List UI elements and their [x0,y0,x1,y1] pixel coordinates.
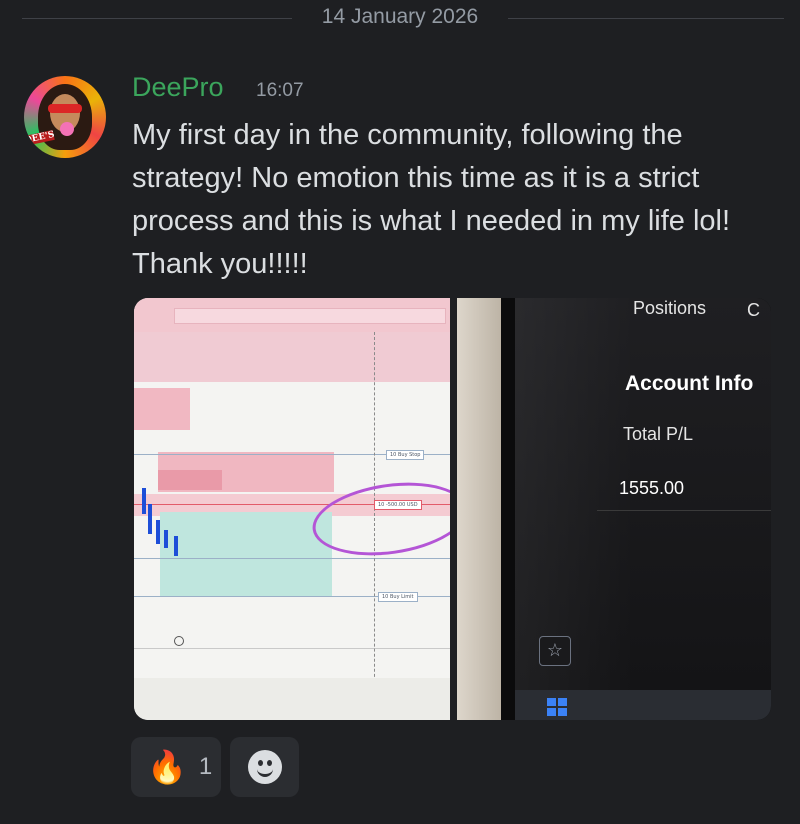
order-label-buy-stop: 10 Buy Stop [386,450,425,460]
windows-icon [547,698,567,716]
next-tab-edge: C [747,300,760,320]
date-divider: 14 January 2026 [0,0,800,36]
attachment-chart-image[interactable]: 10 Buy Stop 10 -500.00 USD 10 Buy Limit [134,298,450,720]
message-author[interactable]: DeePro [132,72,224,103]
avatar[interactable]: DEE'S [24,76,106,158]
date-label: 14 January 2026 [321,5,479,28]
fire-icon: 🔥 [147,748,187,786]
attachment-monitor-image[interactable]: Positions C Account Info Total P/L 1555.… [457,298,771,720]
star-icon: ☆ [539,636,571,666]
reaction-fire[interactable]: 🔥 1 [131,737,221,797]
divider-line-left [22,18,292,19]
smiley-icon [247,750,282,784]
reaction-count: 1 [198,753,213,780]
account-info-heading: Account Info [625,372,754,395]
total-pl-label: Total P/L [623,424,694,444]
message-timestamp[interactable]: 16:07 [256,80,304,102]
total-pl-value: 1555.00 [619,478,685,498]
chart-tool-icon [174,636,184,646]
message-text: My first day in the community, following… [132,119,731,280]
positions-tab: Positions [633,298,707,318]
add-reaction-button[interactable] [230,737,299,797]
order-label-buy-limit: 10 Buy Limit [378,592,418,602]
divider-line-right [508,18,784,19]
